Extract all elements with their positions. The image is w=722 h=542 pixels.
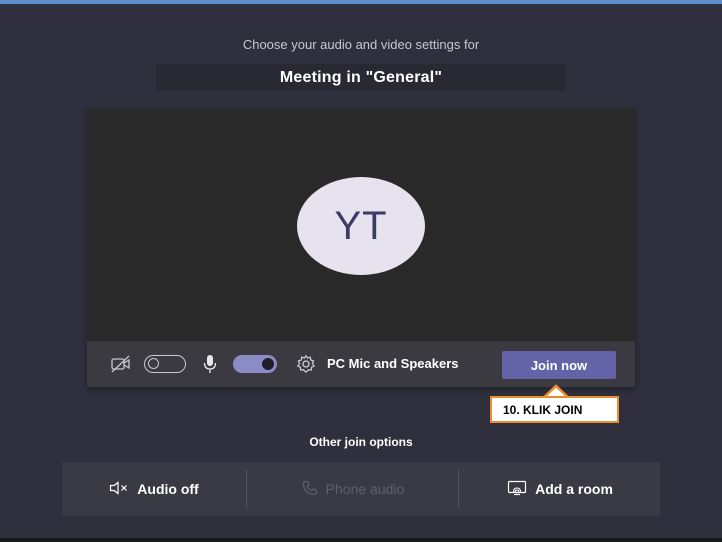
window-top-border bbox=[0, 0, 722, 4]
avatar-initials: YT bbox=[334, 203, 388, 248]
camera-toggle-knob bbox=[148, 358, 159, 369]
microphone-toggle[interactable] bbox=[233, 355, 277, 373]
camera-toggle[interactable] bbox=[144, 355, 186, 373]
speaker-muted-icon bbox=[109, 480, 129, 498]
instruction-callout: 10. KLIK JOIN bbox=[490, 396, 619, 423]
gear-icon[interactable] bbox=[295, 353, 317, 375]
options-divider bbox=[458, 470, 459, 508]
camera-off-icon[interactable] bbox=[110, 355, 132, 373]
avatar: YT bbox=[297, 177, 425, 275]
audio-device-label[interactable]: PC Mic and Speakers bbox=[327, 356, 459, 371]
audio-off-option[interactable]: Audio off bbox=[62, 462, 246, 516]
audio-off-label: Audio off bbox=[137, 481, 199, 497]
add-room-option[interactable]: Add a room bbox=[460, 462, 660, 516]
phone-audio-label: Phone audio bbox=[325, 481, 405, 497]
other-join-options-heading: Other join options bbox=[309, 435, 413, 449]
microphone-toggle-knob bbox=[262, 358, 274, 370]
options-divider bbox=[246, 470, 247, 508]
device-controls-bar: PC Mic and Speakers Join now bbox=[87, 341, 635, 387]
phone-icon bbox=[302, 480, 318, 499]
window-bottom-border bbox=[0, 538, 722, 542]
video-preview: YT PC Mic and Speakers Join now bbox=[87, 109, 635, 387]
meeting-title: Meeting in "General" bbox=[279, 68, 443, 86]
meeting-title-box: Meeting in "General" bbox=[156, 64, 566, 91]
other-join-options-bar: Audio off Phone audio Add a room bbox=[62, 462, 660, 516]
microphone-icon[interactable] bbox=[201, 353, 219, 375]
phone-audio-option[interactable]: Phone audio bbox=[248, 462, 458, 516]
add-room-label: Add a room bbox=[535, 481, 613, 497]
cast-room-icon bbox=[507, 480, 527, 499]
join-now-button[interactable]: Join now bbox=[502, 351, 616, 379]
settings-subtitle: Choose your audio and video settings for bbox=[242, 37, 480, 52]
